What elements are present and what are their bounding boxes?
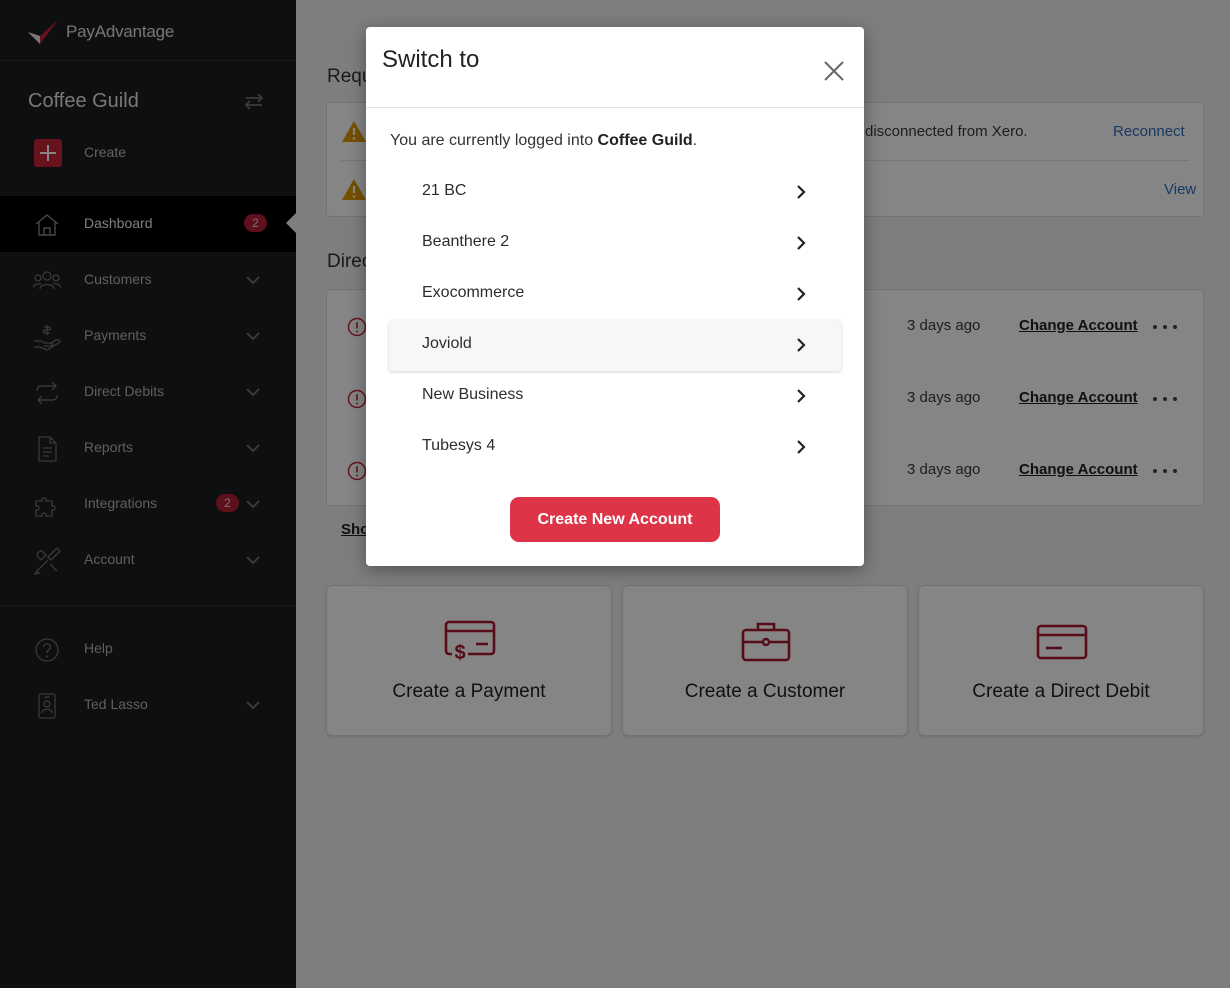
chevron-right-icon — [797, 389, 806, 403]
modal-title: Switch to — [382, 46, 480, 73]
account-item[interactable]: 21 BC — [389, 167, 841, 218]
current-prefix: You are currently logged into — [390, 132, 598, 149]
account-item[interactable]: Beanthere 2 — [389, 218, 841, 269]
chevron-right-icon — [797, 287, 806, 301]
account-name: 21 BC — [422, 182, 467, 199]
current-business-message: You are currently logged into Coffee Gui… — [390, 132, 697, 150]
account-item[interactable]: Joviold — [389, 320, 841, 371]
current-business-name: Coffee Guild — [597, 132, 693, 149]
account-item[interactable]: Exocommerce — [389, 269, 841, 320]
chevron-right-icon — [797, 338, 806, 352]
chevron-right-icon — [797, 440, 806, 454]
account-name: Exocommerce — [422, 284, 525, 301]
account-item[interactable]: Tubesys 4 — [389, 422, 841, 473]
create-new-account-button[interactable]: Create New Account — [510, 497, 720, 542]
account-name: New Business — [422, 386, 524, 403]
account-item[interactable]: New Business — [389, 371, 841, 422]
chevron-right-icon — [797, 185, 806, 199]
switch-account-modal: Switch to You are currently logged into … — [366, 27, 864, 566]
account-name: Tubesys 4 — [422, 437, 496, 454]
chevron-right-icon — [797, 236, 806, 250]
account-name: Beanthere 2 — [422, 233, 510, 250]
account-name: Joviold — [422, 335, 472, 352]
modal-divider — [366, 107, 864, 108]
close-icon[interactable] — [822, 59, 846, 83]
current-suffix: . — [692, 132, 698, 149]
